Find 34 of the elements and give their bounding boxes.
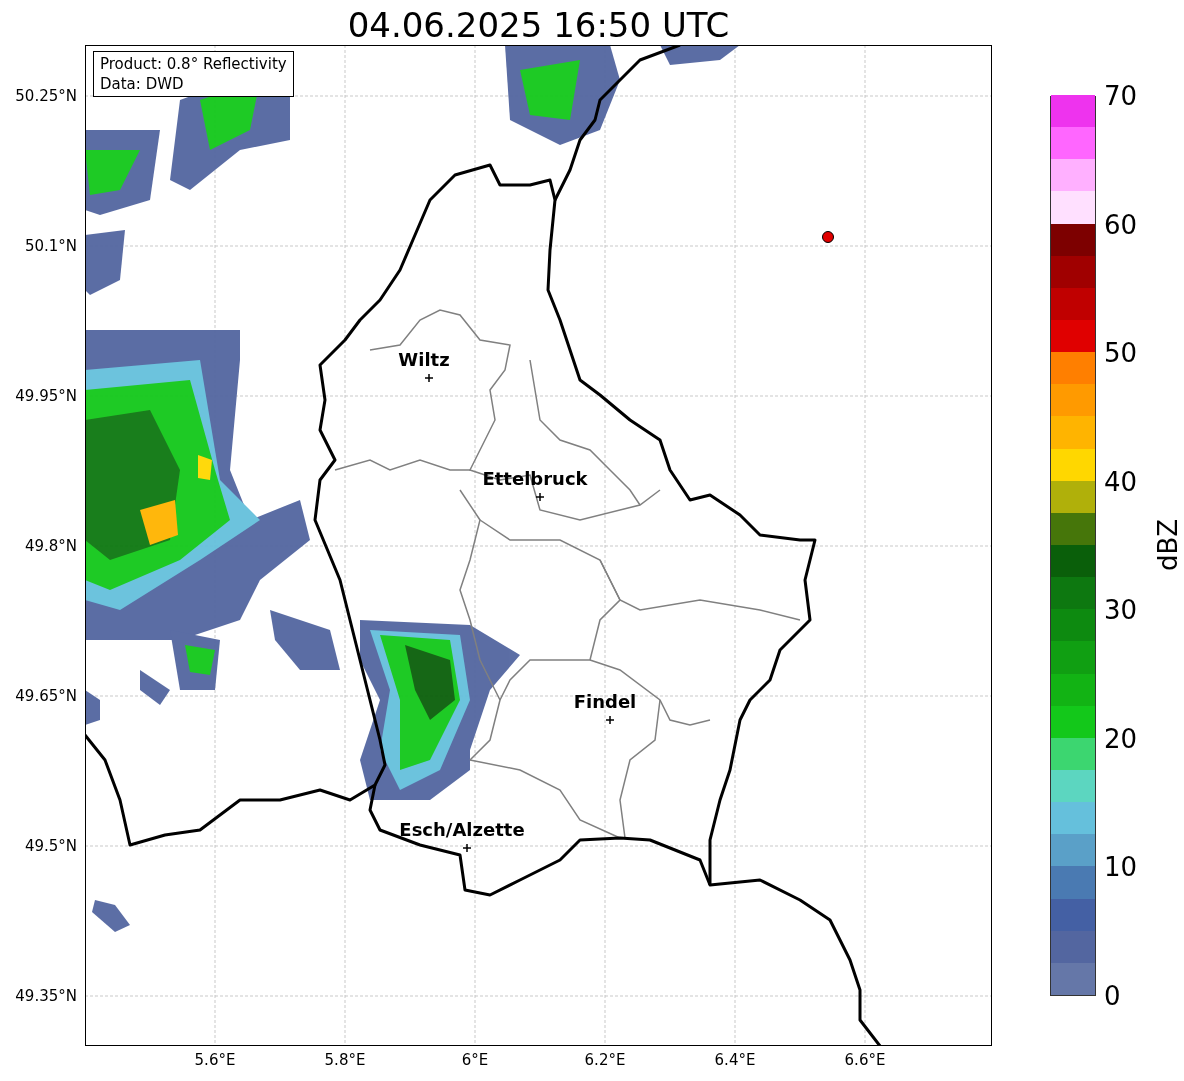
axis-tick-label: 50.1°N	[24, 237, 77, 255]
city-marker-icon	[535, 492, 545, 502]
colorbar-label: dBZ	[1153, 518, 1184, 572]
colorbar-tick-label: 10	[1104, 852, 1138, 883]
axis-tick-label: 5.6°E	[194, 1051, 236, 1069]
chart-title: 04.06.2025 16:50 UTC	[346, 4, 731, 46]
city-label: Ettelbruck	[482, 468, 588, 490]
axis-tick-label: 6.2°E	[584, 1051, 626, 1069]
info-text: Data: DWD	[100, 74, 185, 94]
axis-tick-label: 50.25°N	[15, 87, 77, 105]
info-text: Product: 0.8° Reflectivity	[100, 54, 287, 74]
axis-tick-label: 6°E	[461, 1051, 489, 1069]
axis-tick-label: 49.65°N	[15, 687, 77, 705]
city-marker-icon	[424, 373, 434, 383]
colorbar-tick-label: 20	[1104, 723, 1138, 754]
axis-tick-label: 49.5°N	[24, 837, 77, 855]
axis-tick-label: 49.8°N	[24, 537, 77, 555]
colorbar-tick-label: 30	[1104, 595, 1138, 626]
city-marker-icon	[462, 843, 472, 853]
colorbar-tick-label: 40	[1104, 466, 1138, 497]
axis-tick-label: 49.35°N	[15, 987, 77, 1005]
axis-tick-label: 5.8°E	[324, 1051, 366, 1069]
axis-tick-label: 49.95°N	[15, 387, 77, 405]
city-label: Findel	[573, 691, 637, 713]
city-marker-icon	[605, 715, 615, 725]
city-label: Esch/Alzette	[399, 819, 525, 841]
colorbar-tick-label: 70	[1104, 81, 1138, 111]
colorbar-tick-label: 0	[1104, 981, 1121, 1011]
axis-tick-label: 6.4°E	[714, 1051, 756, 1069]
axis-tick-label: 6.6°E	[844, 1051, 886, 1069]
colorbar-tick-label: 50	[1104, 338, 1138, 369]
location-marker	[822, 231, 834, 243]
colorbar-tick-label: 60	[1104, 209, 1138, 240]
city-label: Wiltz	[398, 349, 450, 371]
